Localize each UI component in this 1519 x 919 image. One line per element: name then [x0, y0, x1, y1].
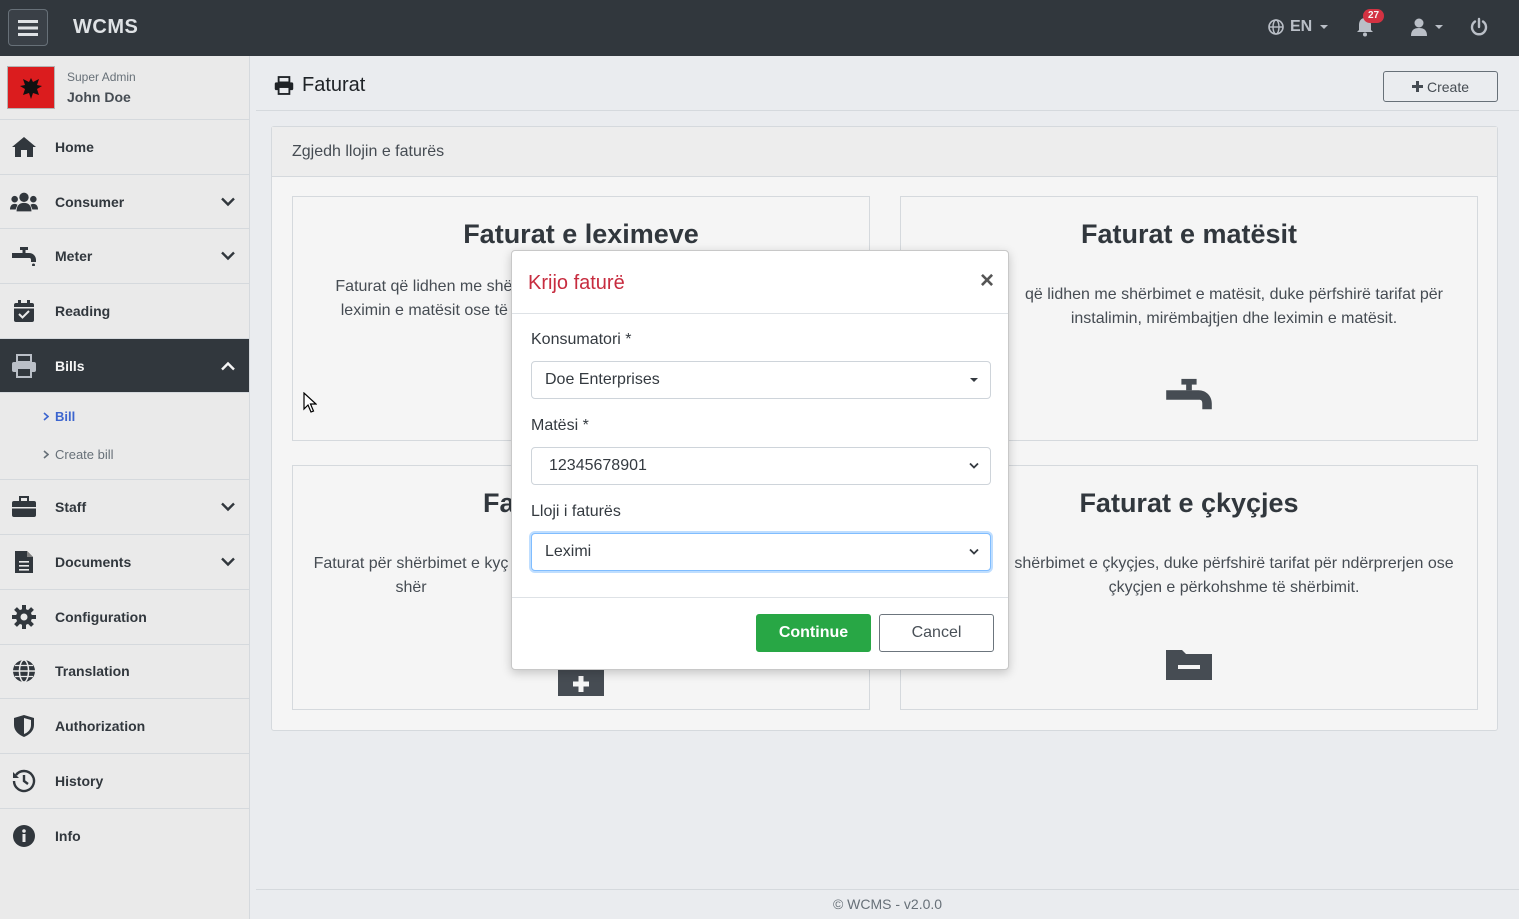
bill-type-select-value: Leximi — [545, 543, 592, 560]
consumer-select[interactable]: Doe Enterprises — [531, 361, 991, 399]
caret-down-icon — [970, 378, 978, 382]
meter-label: Matësi * — [531, 417, 589, 434]
bill-type-select[interactable]: Leximi — [531, 533, 991, 571]
close-icon[interactable]: × — [980, 267, 994, 295]
create-bill-modal: Krijo faturë × Konsumatori * Doe Enterpr… — [511, 250, 1009, 670]
consumer-label: Konsumatori * — [531, 331, 632, 348]
consumer-select-value: Doe Enterprises — [545, 371, 660, 388]
modal-header: Krijo faturë × — [512, 251, 1008, 314]
modal-title: Krijo faturë — [528, 272, 625, 294]
chevron-down-icon — [969, 462, 979, 469]
bill-type-label: Lloji i faturës — [531, 503, 621, 520]
cancel-button[interactable]: Cancel — [879, 614, 994, 652]
meter-select[interactable]: 12345678901 — [531, 447, 991, 485]
meter-select-value: 12345678901 — [549, 457, 647, 474]
continue-button[interactable]: Continue — [756, 614, 871, 652]
modal-footer: Continue Cancel — [512, 597, 1008, 669]
mouse-cursor-icon — [303, 392, 317, 413]
chevron-down-icon — [969, 548, 979, 555]
